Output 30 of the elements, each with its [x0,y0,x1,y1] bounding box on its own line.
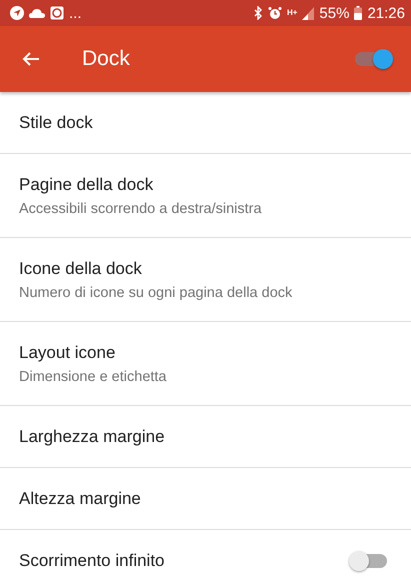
setting-description: Dimensione e etichetta [19,368,166,384]
battery-icon [354,6,362,20]
alarm-icon [268,6,282,20]
setting-title: Layout icone [19,342,116,362]
setting-title: Larghezza margine [19,426,165,446]
settings-item[interactable]: Larghezza margine [0,406,411,468]
network-type: H+ [286,9,298,17]
settings-item[interactable]: Scorrimento infinito [0,530,411,580]
setting-title: Pagine della dock [19,174,154,194]
setting-description: Accessibili scorrendo a destra/sinistra [19,200,262,216]
setting-description: Numero di icone su ogni pagina della dock [19,284,292,300]
setting-title: Altezza margine [19,488,141,508]
setting-title: Stile dock [19,112,93,132]
setting-title: Icone della dock [19,258,143,278]
settings-item[interactable]: Pagine della dock Accessibili scorrendo a destra/sinistra [0,154,411,238]
settings-item[interactable]: Icone della dock Numero di icone su ogni pagina della dock [0,238,411,322]
back-icon[interactable] [22,51,40,67]
settings-item[interactable]: Altezza margine [0,468,411,530]
setting-title: Scorrimento infinito [19,550,165,570]
settings-item[interactable]: Layout icone Dimensione e etichetta [0,322,411,406]
clock: 21:26 [367,4,405,22]
app-icon [50,6,64,20]
cloud-icon [29,8,45,18]
overflow-indicator: ... [69,4,82,22]
navigation-icon [10,6,24,20]
bluetooth-icon [254,6,263,20]
settings-item[interactable]: Stile dock [0,92,411,154]
battery-percentage: 55% [319,4,350,22]
signal-icon [302,6,314,20]
screen-title: Dock [82,47,131,71]
